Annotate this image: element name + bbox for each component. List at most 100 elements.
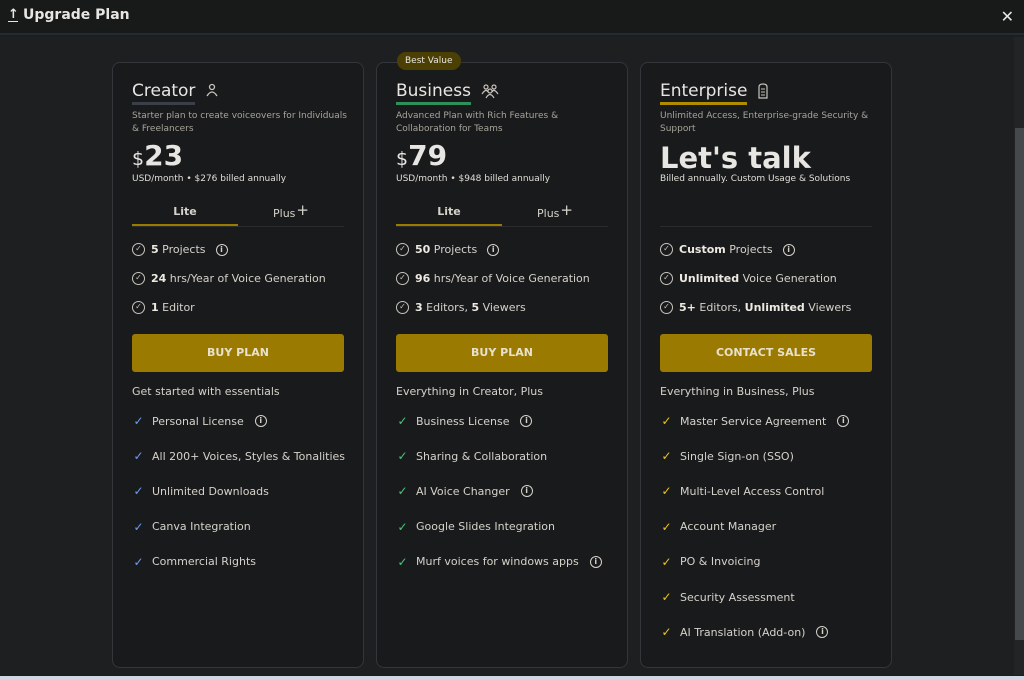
plan-name: Enterprise [660,81,769,105]
upload-icon: ↑ [8,7,19,22]
check-circle-icon: ✓ [132,243,145,256]
checkmark-icon: ✓ [397,519,408,534]
info-icon[interactable]: i [520,415,533,427]
feature-item: ✓ Personal License i [132,414,267,428]
plan-card-business: Business Advanced Plan with Rich Feature… [376,62,628,668]
info-icon[interactable]: i [215,243,228,256]
plan-name-text: Creator [132,81,196,105]
feature-item: ✓ Google Slides Integration [396,520,555,534]
checkmark-icon: ✓ [661,414,672,428]
feature-item: ✓ Murf voices for windows apps i [396,555,602,569]
plan-tier-tabs: Lite Plus+ [396,201,608,227]
scrollbar-thumb[interactable] [1015,128,1024,640]
plan-price: $ 23 [132,139,183,172]
feature-item: ✓ AI Translation (Add-on) i [660,625,829,640]
plan-description: Starter plan to create voiceovers for In… [132,111,347,134]
feature-text: Security Assessment [680,590,795,604]
tab-lite-label: Lite [437,205,461,218]
tab-plus[interactable]: Plus+ [502,201,608,226]
quota-text: 5+ Editors, Unlimited Viewers [679,301,852,314]
quota-text: 96 hrs/Year of Voice Generation [415,272,590,285]
quota-text: 1 Editor [151,301,195,314]
checkmark-icon: ✓ [661,484,672,499]
feature-text: Master Service Agreement [680,414,827,428]
quota-item: ✓ 5+ Editors, Unlimited Viewers [660,301,851,314]
checkmark-icon: ✓ [133,414,144,428]
features-heading: Everything in Business, Plus [660,385,815,398]
buy-plan-button[interactable]: BUY PLAN [396,334,608,372]
feature-item: ✓ Business License i [396,414,533,428]
checkmark-icon: ✓ [661,449,672,464]
plan-price: $ 79 [396,139,447,172]
feature-item: ✓ Multi-Level Access Control [660,484,824,498]
plan-price: Let's talk [660,141,811,175]
info-icon[interactable]: i [254,415,267,427]
buy-plan-button[interactable]: BUY PLAN [132,334,344,372]
tab-lite[interactable]: Lite [132,201,238,226]
price-billing: USD/month • $276 billed annually [132,174,287,184]
quota-item: ✓ Unlimited Voice Generation [660,272,837,285]
feature-item: ✓ Single Sign-on (SSO) [660,449,794,464]
check-circle-icon: ✓ [132,272,145,285]
plan-name-text: Enterprise [660,81,748,105]
tab-plus-label: Plus [273,207,296,220]
checkmark-icon: ✓ [397,449,408,464]
price-billing: Billed annually. Custom Usage & Solution… [660,174,851,184]
checkmark-icon: ✓ [133,449,144,464]
feature-text: Sharing & Collaboration [416,449,548,463]
info-icon[interactable]: i [589,555,602,568]
quota-text: Unlimited Voice Generation [679,272,837,285]
users-group-icon [481,83,499,103]
plus-icon: + [296,201,309,219]
plan-tier-tabs: Lite Plus+ [132,201,344,227]
plan-name: Creator [132,81,219,105]
feature-text: Single Sign-on (SSO) [680,449,794,463]
feature-text: Murf voices for windows apps [416,555,579,569]
plan-name: Business [396,81,499,105]
quota-item: ✓ Custom Projects i [660,243,795,256]
feature-text: Canva Integration [152,520,251,534]
feature-text: Account Manager [680,520,777,534]
info-icon[interactable]: i [816,626,829,639]
quota-item: ✓ 96 hrs/Year of Voice Generation [396,272,590,285]
feature-text: Business License [416,414,510,428]
info-icon[interactable]: i [520,485,533,498]
tab-plus[interactable]: Plus+ [238,201,344,226]
features-heading: Get started with essentials [132,385,280,398]
feature-text: AI Voice Changer [416,484,510,498]
quota-text: 3 Editors, 5 Viewers [415,301,526,314]
price-billing: USD/month • $948 billed annually [396,174,551,184]
feature-text: Commercial Rights [152,555,256,569]
plus-icon: + [560,201,573,219]
check-circle-icon: ✓ [660,272,673,285]
feature-text: PO & Invoicing [680,555,761,569]
feature-item: ✓ Canva Integration [132,519,251,534]
quota-item: ✓ 1 Editor [132,301,195,314]
feature-text: Personal License [152,414,244,428]
divider [660,226,872,227]
feature-item: ✓ PO & Invoicing [660,555,760,569]
feature-item: ✓ Unlimited Downloads [132,484,268,498]
user-icon [205,83,219,101]
checkmark-icon: ✓ [661,554,672,569]
checkmark-icon: ✓ [133,554,144,569]
checkmark-icon: ✓ [133,519,144,534]
price-amount: 23 [144,139,184,172]
quota-item: ✓ 24 hrs/Year of Voice Generation [132,272,326,285]
contact-sales-button[interactable]: CONTACT SALES [660,334,872,372]
price-amount: 79 [408,139,448,172]
plan-card-creator: Creator Starter plan to create voiceover… [112,62,364,668]
info-icon[interactable]: i [837,415,850,427]
quota-text: 24 hrs/Year of Voice Generation [151,272,326,285]
info-icon[interactable]: i [782,243,795,256]
checkmark-icon: ✓ [661,625,672,640]
checkmark-icon: ✓ [661,590,672,604]
tab-lite[interactable]: Lite [396,201,502,226]
close-icon[interactable]: ✕ [1001,7,1014,26]
price-currency: $ [132,148,145,170]
feature-text: AI Translation (Add-on) [680,625,806,639]
quota-item: ✓ 5 Projects i [132,243,228,256]
feature-item: ✓ All 200+ Voices, Styles & Tonalities [132,449,345,463]
info-icon[interactable]: i [487,243,500,256]
checkmark-icon: ✓ [397,554,408,569]
